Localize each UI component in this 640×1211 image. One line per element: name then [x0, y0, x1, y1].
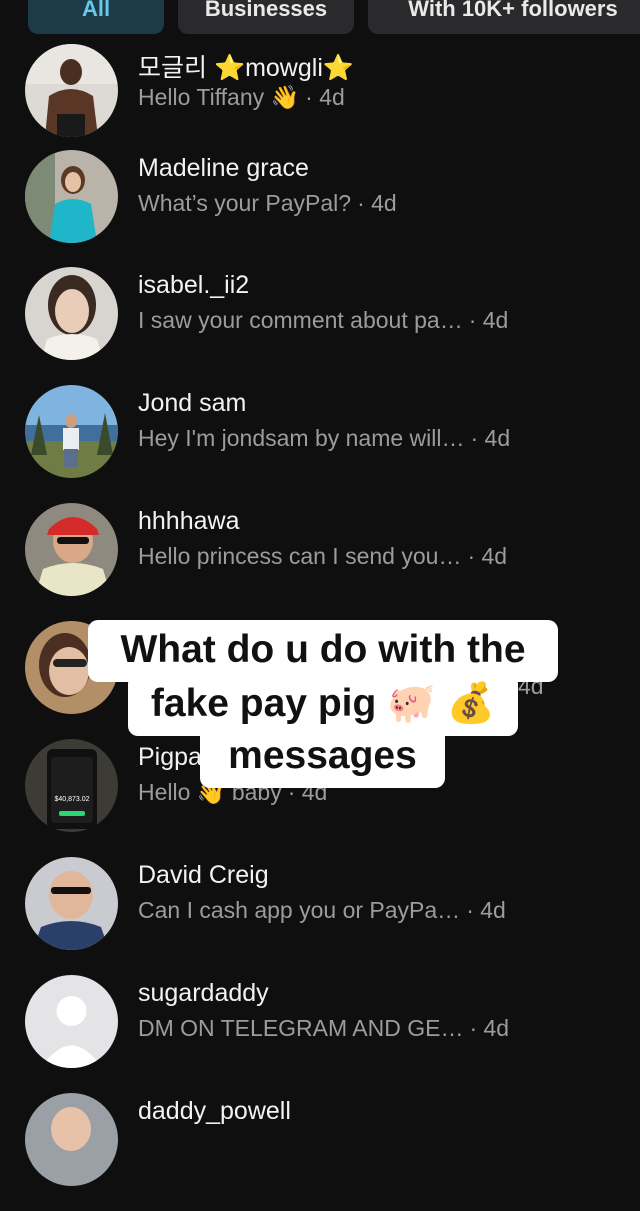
- message-preview: Hey I'm jondsam by name will… · 4d: [138, 425, 510, 452]
- message-time: · 4d: [469, 1015, 510, 1041]
- conversation-row[interactable]: isabel._ii2 I saw your comment about pa……: [0, 267, 640, 385]
- avatar: $40,873.02: [25, 739, 118, 832]
- avatar: [25, 267, 118, 360]
- conversation-row[interactable]: David Creig Can I cash app you or PayPa……: [0, 857, 640, 975]
- message-text: Hello Tiffany 👋: [138, 84, 300, 110]
- avatar: [25, 44, 118, 137]
- conversation-row[interactable]: hhhhawa Hello princess can I send you… ·…: [0, 503, 640, 621]
- message-text: DM ON TELEGRAM AND GE…: [138, 1015, 464, 1041]
- message-preview: Hello princess can I send you… · 4d: [138, 543, 507, 570]
- avatar: [25, 150, 118, 243]
- conversation-row[interactable]: sugardaddy DM ON TELEGRAM AND GE… · 4d: [0, 975, 640, 1093]
- conversation-row[interactable]: 모글리 ⭐mowgli⭐ Hello Tiffany 👋 · 4d: [0, 44, 640, 162]
- message-preview: What’s your PayPal? · 4d: [138, 190, 397, 217]
- message-time: · 4d: [357, 190, 397, 216]
- message-preview: I saw your comment about pa… · 4d: [138, 307, 508, 334]
- message-time: · 4d: [466, 897, 506, 923]
- message-text: Can I cash app you or PayPa…: [138, 897, 461, 923]
- message-time: · 4d: [305, 84, 345, 110]
- message-text: Hello princess can I send you…: [138, 543, 462, 569]
- contact-name: Pigpa: [138, 743, 202, 771]
- avatar: [25, 621, 118, 714]
- contact-name: isabel._ii2: [138, 271, 250, 299]
- conversation-row[interactable]: $40,873.02 Pigpa Hello 👋 baby · 4d: [0, 739, 640, 857]
- contact-name: Jond sam: [138, 389, 247, 417]
- conversation-row[interactable]: daddy_powell: [0, 1093, 640, 1211]
- contact-name: daddy_powell: [138, 1097, 291, 1125]
- message-text: Hey I'm jondsam by name will…: [138, 425, 465, 451]
- message-time: · 4d: [467, 543, 508, 569]
- message-time: 4d: [518, 673, 544, 699]
- message-preview: Can I cash app you or PayPa… · 4d: [138, 897, 506, 924]
- message-preview: DM ON TELEGRAM AND GE… · 4d: [138, 1015, 509, 1042]
- message-text: What’s your PayPal?: [138, 190, 352, 216]
- message-preview: Hello Tiffany 👋 · 4d: [138, 84, 345, 111]
- message-time: · 4d: [470, 425, 511, 451]
- message-time: · 4d: [287, 779, 328, 805]
- filter-businesses-chip[interactable]: Businesses: [178, 0, 354, 34]
- message-time: · 4d: [468, 307, 509, 333]
- avatar: [25, 975, 118, 1068]
- contact-name: sugardaddy: [138, 979, 269, 1007]
- contact-name: 모글리 ⭐mowgli⭐: [138, 54, 354, 82]
- avatar: [25, 385, 118, 478]
- conversation-row[interactable]: 4d: [0, 621, 640, 739]
- conversation-row[interactable]: Jond sam Hey I'm jondsam by name will… ·…: [0, 385, 640, 503]
- filter-all-chip[interactable]: All: [28, 0, 164, 34]
- conversation-row[interactable]: Madeline grace What’s your PayPal? · 4d: [0, 150, 640, 268]
- avatar: [25, 1093, 118, 1186]
- avatar: [25, 503, 118, 596]
- message-text: Hello 👋 baby: [138, 779, 282, 805]
- contact-name: David Creig: [138, 861, 269, 889]
- avatar-amount-text: $40,873.02: [54, 796, 89, 803]
- contact-name: hhhhawa: [138, 507, 240, 535]
- contact-name: Madeline grace: [138, 154, 309, 182]
- filter-bar: All Businesses With 10K+ followers: [0, 0, 640, 34]
- message-preview: 4d: [518, 673, 544, 700]
- message-preview: Hello 👋 baby · 4d: [138, 779, 327, 806]
- avatar: [25, 857, 118, 950]
- filter-10k-followers-chip[interactable]: With 10K+ followers: [368, 0, 640, 34]
- message-text: I saw your comment about pa…: [138, 307, 463, 333]
